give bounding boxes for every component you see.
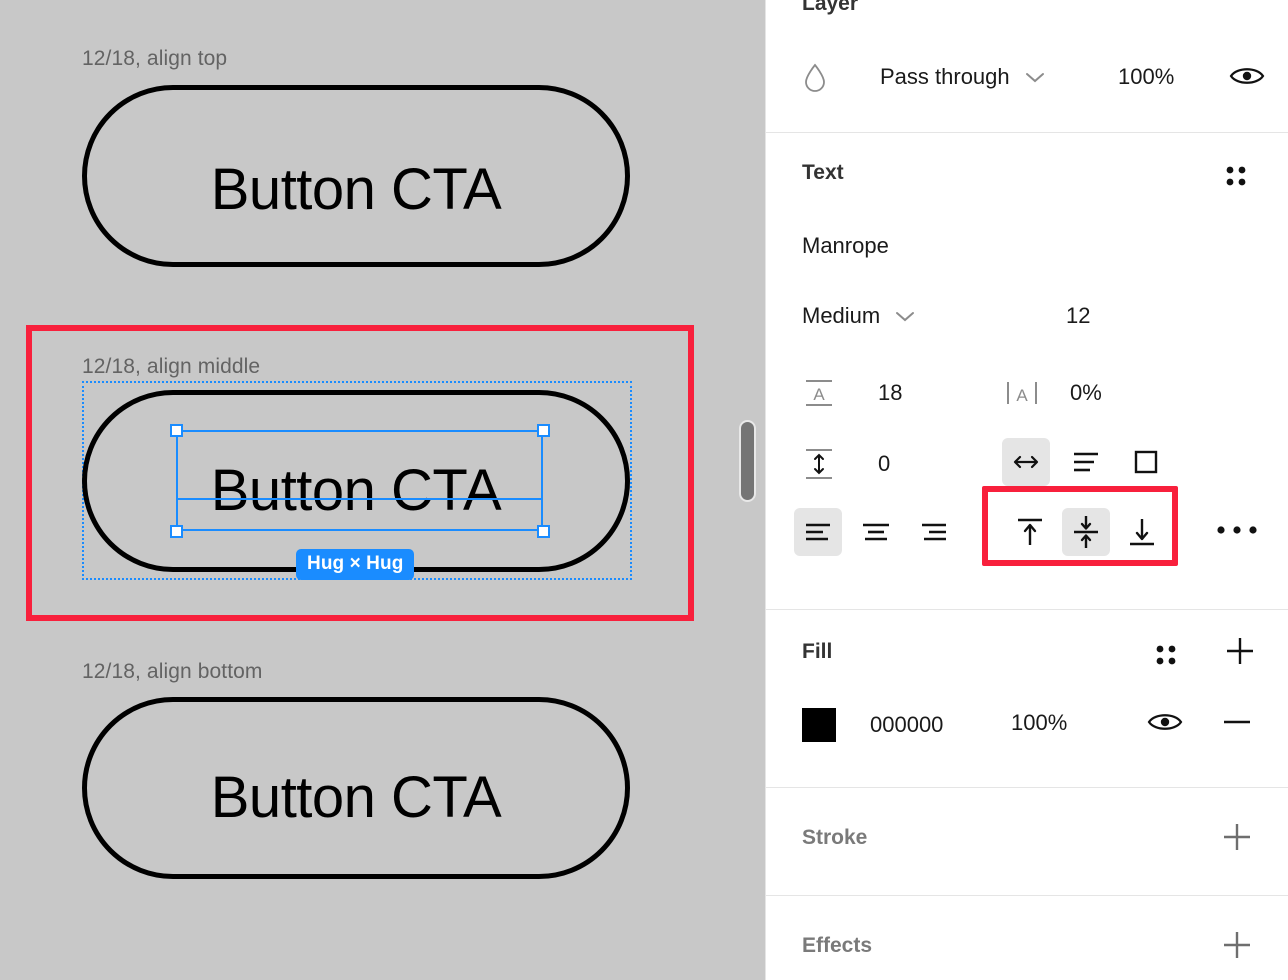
paragraph-spacing-value: 0	[878, 451, 891, 476]
example-label-top: 12/18, align top	[82, 47, 228, 70]
grid-dots-icon[interactable]	[1221, 161, 1251, 191]
minus-icon[interactable]	[1218, 708, 1256, 736]
effects-section: Effects	[766, 896, 1288, 980]
plus-icon[interactable]	[1218, 818, 1256, 856]
figma-editor-window: 12/18, align top Button CTA 12/18, align…	[0, 0, 1288, 980]
font-size-value[interactable]: 12	[1066, 303, 1090, 329]
paragraph-spacing-control[interactable]: 0	[802, 446, 890, 482]
fixed-size-icon[interactable]	[1122, 438, 1170, 486]
text-section: Text Manrope Medium 12 A 18 A 0% 0	[766, 133, 1288, 610]
resize-handle-bottom-left[interactable]	[170, 525, 183, 538]
more-horizontal-icon[interactable]	[1216, 523, 1258, 537]
line-height-value: 18	[878, 380, 903, 405]
letter-spacing-control[interactable]: A 0%	[1004, 376, 1102, 410]
droplet-icon	[802, 62, 828, 92]
fill-opacity-value[interactable]: 100%	[1011, 710, 1067, 736]
effects-section-title: Effects	[802, 934, 873, 957]
paragraph-spacing-icon	[802, 446, 836, 482]
align-top-icon[interactable]	[1006, 508, 1054, 556]
layer-opacity-value[interactable]: 100%	[1118, 64, 1174, 90]
font-weight-value: Medium	[802, 303, 881, 328]
layer-section: Layer Pass through 100%	[766, 0, 1288, 133]
line-height-control[interactable]: A 18	[802, 376, 902, 410]
properties-panel: Layer Pass through 100% Text Manrope Med…	[765, 0, 1288, 980]
fill-color-row[interactable]: 000000	[802, 708, 943, 742]
button-label-bottom: Button CTA	[210, 765, 502, 830]
button-label-top: Button CTA	[210, 157, 502, 222]
auto-height-icon[interactable]	[1062, 438, 1110, 486]
text-resize-group	[1002, 438, 1170, 486]
font-weight-control[interactable]: Medium	[802, 303, 916, 329]
vertical-align-group	[1006, 508, 1166, 556]
font-family-value[interactable]: Manrope	[802, 233, 889, 259]
letter-spacing-icon: A	[1004, 376, 1040, 410]
button-pill-top[interactable]: Button CTA	[82, 85, 630, 267]
align-left-icon[interactable]	[794, 508, 842, 556]
canvas-scrollbar-thumb[interactable]	[739, 420, 756, 502]
fill-section-title: Fill	[802, 640, 833, 663]
sizing-badge[interactable]: Hug × Hug	[296, 549, 415, 580]
resize-handle-top-left[interactable]	[170, 424, 183, 437]
canvas-scrollbar-track[interactable]	[739, 0, 757, 980]
plus-icon[interactable]	[1218, 926, 1256, 964]
resize-handle-top-right[interactable]	[537, 424, 550, 437]
line-height-icon: A	[802, 376, 836, 410]
text-baseline-indicator	[178, 498, 541, 500]
text-selection-rect[interactable]	[176, 430, 543, 531]
fill-color-swatch[interactable]	[802, 708, 836, 742]
resize-handle-bottom-right[interactable]	[537, 525, 550, 538]
svg-text:A: A	[1016, 386, 1028, 405]
stroke-section-title: Stroke	[802, 826, 868, 849]
design-canvas[interactable]: 12/18, align top Button CTA 12/18, align…	[0, 0, 765, 980]
grid-dots-icon[interactable]	[1151, 640, 1181, 670]
button-pill-bottom[interactable]: Button CTA	[82, 697, 630, 879]
stroke-section: Stroke	[766, 788, 1288, 896]
chevron-down-icon[interactable]	[1024, 70, 1046, 84]
letter-spacing-value: 0%	[1070, 380, 1102, 405]
plus-icon[interactable]	[1221, 632, 1259, 670]
horizontal-align-group	[794, 508, 958, 556]
align-center-icon[interactable]	[852, 508, 900, 556]
example-label-bottom: 12/18, align bottom	[82, 660, 263, 683]
align-middle-icon[interactable]	[1062, 508, 1110, 556]
fill-section: Fill 000000 100%	[766, 610, 1288, 788]
layer-section-title: Layer	[802, 0, 859, 15]
fill-hex-value: 000000	[870, 712, 944, 737]
chevron-down-icon[interactable]	[894, 309, 916, 323]
blend-mode-control[interactable]: Pass through	[802, 62, 1046, 92]
eye-icon[interactable]	[1146, 708, 1184, 736]
auto-width-icon[interactable]	[1002, 438, 1050, 486]
blend-mode-value: Pass through	[880, 64, 1010, 89]
align-right-icon[interactable]	[910, 508, 958, 556]
eye-icon[interactable]	[1228, 62, 1266, 90]
example-label-middle: 12/18, align middle	[82, 355, 261, 378]
text-section-title: Text	[802, 161, 844, 184]
align-bottom-icon[interactable]	[1118, 508, 1166, 556]
svg-text:A: A	[813, 385, 825, 404]
